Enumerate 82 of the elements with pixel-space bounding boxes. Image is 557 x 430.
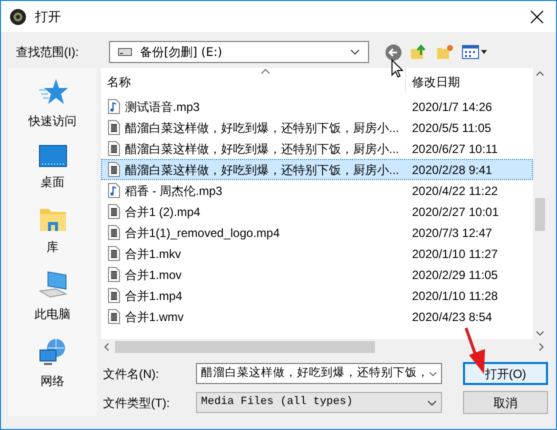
file-row[interactable]: 醋溜白菜这样做，好吃到爆，还特别下饭，厨房小... 2020/2/28 9:41 <box>101 159 533 180</box>
music-file-icon <box>108 183 120 198</box>
close-icon[interactable] <box>530 10 544 24</box>
modified-date: 2020/7/3 12:47 <box>411 224 492 242</box>
look-in-dropdown[interactable]: 备份[勿删] (E:) <box>109 41 369 63</box>
window-title: 打开 <box>35 8 61 26</box>
scroll-up-icon[interactable] <box>536 71 544 76</box>
modified-date: 2020/2/29 11:05 <box>411 266 498 284</box>
scroll-thumb[interactable] <box>535 198 545 231</box>
folder-icon <box>38 206 66 232</box>
computer-icon <box>38 271 68 299</box>
scroll-right-icon[interactable] <box>539 343 544 351</box>
annotation-arrow <box>463 327 487 375</box>
monitor-icon <box>38 145 66 167</box>
scroll-thumb[interactable] <box>115 341 375 353</box>
file-name: 合并1 (2).mp4 <box>125 204 200 220</box>
file-row[interactable]: 测试语音.mp3 2020/1/7 14:26 <box>101 96 533 117</box>
file-row[interactable]: 合并1.wmv 2020/4/23 8:54 <box>101 306 533 327</box>
file-row[interactable]: 合并1 (2).mp4 2020/2/27 10:01 <box>101 201 533 222</box>
back-icon[interactable] <box>385 44 402 60</box>
view-menu-icon[interactable] <box>462 45 488 59</box>
folder-up-icon[interactable] <box>410 43 428 61</box>
video-file-icon <box>108 246 120 261</box>
video-file-icon <box>108 288 120 303</box>
file-name: 合并1.mp4 <box>125 288 182 304</box>
file-name: 醋溜白菜这样做，好吃到爆，还特别下饭，厨房小... <box>125 140 400 158</box>
file-name: 合并1.wmv <box>125 308 184 326</box>
file-name: 测试语音.mp3 <box>125 98 200 116</box>
file-name: 合并1.mov <box>125 266 182 284</box>
file-name-label: 文件名(N): <box>102 366 160 382</box>
place-label[interactable]: 此电脑 <box>34 305 70 323</box>
video-file-icon <box>108 162 120 177</box>
modified-date: 2020/4/22 11:22 <box>411 182 498 200</box>
video-file-icon <box>108 267 120 282</box>
modified-date: 2020/1/7 14:26 <box>411 98 492 116</box>
file-name: 合并1(1)_removed_logo.mp4 <box>125 224 280 242</box>
place-label[interactable]: 网络 <box>40 372 64 390</box>
modified-date: 2020/6/27 10:11 <box>411 140 498 158</box>
new-folder-icon[interactable] <box>436 44 454 60</box>
modified-date: 2020/1/10 11:27 <box>411 246 498 262</box>
file-row[interactable]: 稻香 - 周杰伦.mp3 2020/4/22 11:22 <box>101 180 533 201</box>
file-name: 合并1.mkv <box>125 246 182 262</box>
place-label[interactable]: 快速访问 <box>28 112 76 130</box>
open-button[interactable]: 打开(O) <box>463 362 548 385</box>
file-name: 稻香 - 周杰伦.mp3 <box>125 182 222 200</box>
modified-date: 2020/2/27 10:01 <box>411 204 499 220</box>
cancel-button[interactable]: 取消 <box>463 391 548 414</box>
file-name-field[interactable]: 醋溜白菜这样做，好吃到爆，还特别下饭， <box>196 363 442 384</box>
file-row[interactable]: 合并1(1)_removed_logo.mp4 2020/7/3 12:47 <box>101 222 533 243</box>
scroll-left-icon[interactable] <box>104 343 109 351</box>
file-row[interactable]: 合并1.mkv 2020/1/10 11:27 <box>101 243 533 264</box>
modified-date: 2020/2/28 9:41 <box>411 162 492 178</box>
video-file-icon <box>108 309 120 324</box>
video-file-icon <box>108 120 120 135</box>
star-icon <box>38 78 68 106</box>
place-label[interactable]: 库 <box>46 238 58 256</box>
file-row[interactable]: 合并1.mov 2020/2/29 11:05 <box>101 264 533 285</box>
file-type-label: 文件类型(T): <box>102 394 171 412</box>
look-in-label: 查找范围(I): <box>16 44 80 61</box>
file-row[interactable]: 合并1.mp4 2020/1/10 11:28 <box>101 285 533 306</box>
chevron-down-icon <box>427 400 437 406</box>
chevron-down-icon <box>429 370 437 376</box>
music-file-icon <box>108 99 120 114</box>
video-file-icon <box>108 225 120 240</box>
chevron-down-icon <box>350 49 360 55</box>
video-file-icon <box>108 204 120 219</box>
file-name: 醋溜白菜这样做，好吃到爆，还特别下饭，厨房小... <box>125 120 400 136</box>
modified-date: 2020/5/5 11:05 <box>411 120 492 136</box>
sort-up-icon <box>261 69 270 74</box>
video-file-icon <box>108 141 120 156</box>
file-type-dropdown[interactable]: Media Files (all types) <box>196 392 442 413</box>
app-icon <box>9 8 27 26</box>
file-name: 醋溜白菜这样做，好吃到爆，还特别下饭，厨房小... <box>125 162 400 178</box>
file-row[interactable]: 醋溜白菜这样做，好吃到爆，还特别下饭，厨房小... 2020/5/5 11:05 <box>101 117 533 138</box>
modified-date: 2020/4/23 8:54 <box>411 308 492 326</box>
scroll-down-icon[interactable] <box>536 331 544 336</box>
modified-date: 2020/1/10 11:28 <box>411 288 498 304</box>
file-row[interactable]: 醋溜白菜这样做，好吃到爆，还特别下饭，厨房小... 2020/6/27 10:11 <box>101 138 533 159</box>
place-label[interactable]: 桌面 <box>40 173 64 191</box>
network-icon <box>38 338 68 366</box>
column-header[interactable]: 修改日期 <box>406 68 533 93</box>
drive-icon <box>118 48 132 56</box>
